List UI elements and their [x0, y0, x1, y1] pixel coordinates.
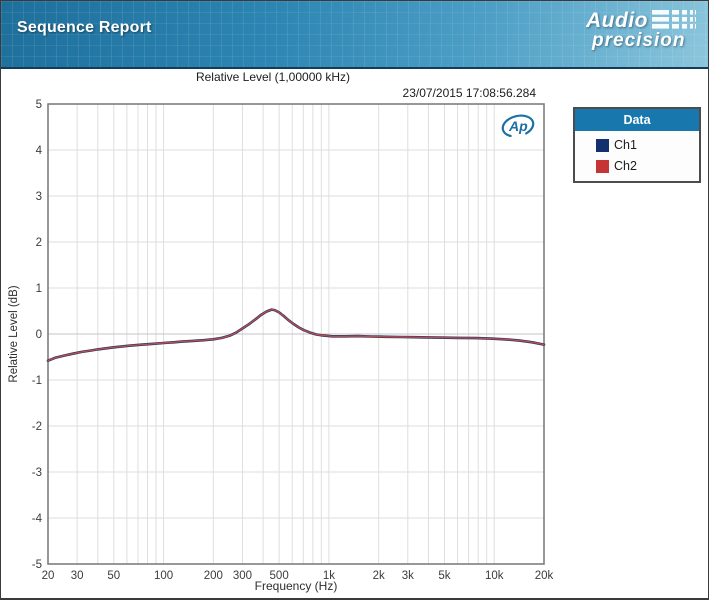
- y-tick-label: -5: [32, 559, 42, 571]
- legend-body: Ch1 Ch2: [575, 131, 699, 181]
- y-tick-label: 2: [36, 237, 42, 249]
- y-tick-label: 3: [36, 191, 42, 203]
- legend-item-label: Ch2: [614, 159, 637, 173]
- legend-title: Data: [575, 109, 699, 131]
- logo-word-audio: Audio: [586, 9, 648, 32]
- page-title: Sequence Report: [17, 19, 152, 36]
- y-tick-label: -1: [32, 375, 42, 387]
- y-tick-label: 4: [36, 145, 43, 157]
- y-tick-label: -2: [32, 421, 42, 433]
- frequency-response-plot: 20 30 50 100 200 300 500 1k 2k 3k 5k 10k 20k543210-1…: [32, 99, 554, 582]
- chart-title: Relative Level (1,00000 kHz): [195, 70, 351, 84]
- legend-item-ch2: Ch2: [596, 159, 693, 173]
- legend-item-ch1: Ch1: [596, 138, 693, 152]
- ch2-color-swatch: [596, 159, 609, 173]
- y-tick-label: 5: [36, 99, 42, 111]
- y-tick-label: -4: [32, 513, 43, 525]
- y-tick-label: 1: [36, 283, 42, 295]
- series-curve-ch1: [46, 308, 546, 363]
- legend-panel: Data Ch1 Ch2: [573, 107, 701, 183]
- logo-word-precision: precision: [592, 30, 686, 51]
- ch1-color-swatch: [596, 138, 609, 152]
- report-timestamp: 23/07/2015 17:08:56.284: [402, 86, 536, 100]
- series-curve-ch2: [47, 308, 545, 362]
- y-axis-label: Relative Level (dB): [8, 285, 20, 383]
- legend-item-label: Ch1: [614, 138, 637, 152]
- ap-badge-icon: Ap: [498, 111, 538, 146]
- audio-precision-logo: Audio precision: [586, 9, 697, 51]
- y-tick-label: -3: [32, 467, 42, 479]
- y-tick-label: 0: [36, 329, 42, 341]
- ap-badge-text: Ap: [508, 118, 528, 134]
- sequence-report-window: Sequence Report Audio precision 20 30 50 10…: [0, 0, 709, 600]
- x-axis-label: Frequency (Hz): [254, 579, 338, 593]
